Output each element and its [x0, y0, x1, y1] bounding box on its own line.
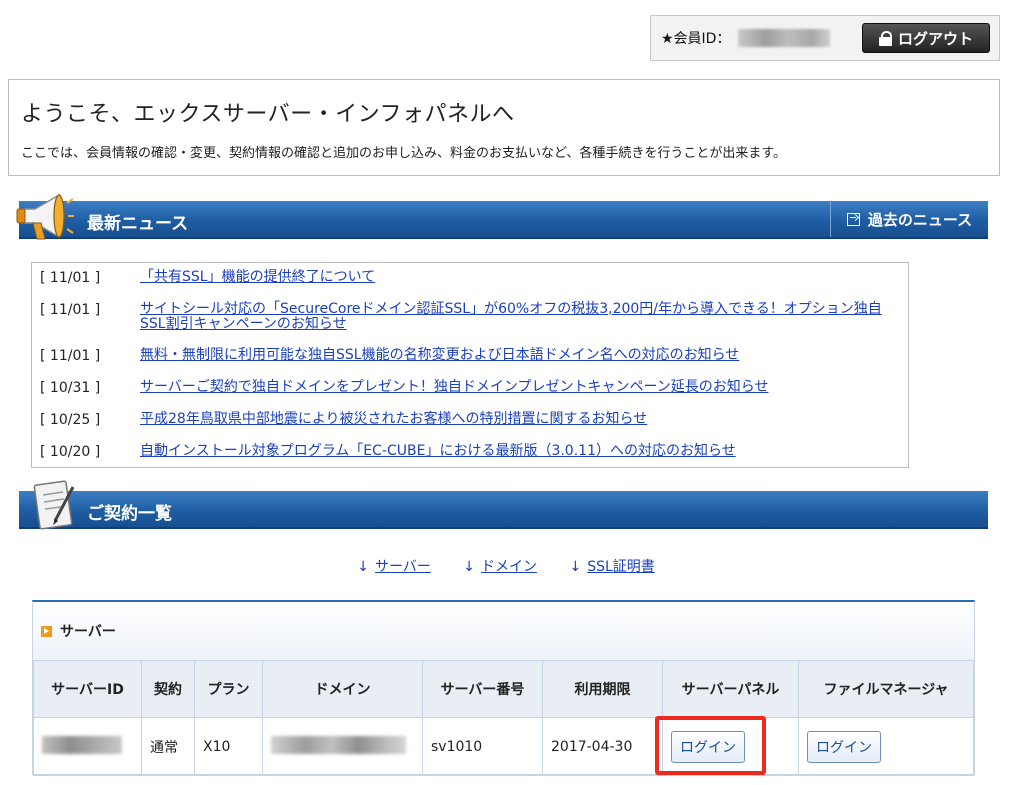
server-table: サーバーID 契約 プラン ドメイン サーバー番号 利用期限 サーバーパネル フ… [33, 660, 974, 776]
down-arrow-icon: ↓ [357, 559, 369, 575]
news-date: [ 10/20 ] [40, 444, 101, 460]
col-header: サーバーID [33, 660, 142, 718]
table-row: 通常 X10 sv1010 2017-04-30 ログイン ログイン [33, 717, 974, 776]
news-date: [ 10/25 ] [40, 412, 101, 428]
col-header: ドメイン [262, 660, 423, 718]
anchor-domain[interactable]: ↓ ドメイン [463, 556, 537, 576]
table-header-row: サーバーID 契約 プラン ドメイン サーバー番号 利用期限 サーバーパネル フ… [33, 660, 974, 718]
news-date: [ 10/31 ] [40, 380, 101, 396]
col-header: 契約 [141, 660, 195, 718]
news-link[interactable]: 自動インストール対象プログラム「EC-CUBE」における最新版（3.0.11）へ… [140, 444, 736, 459]
welcome-panel: ようこそ、エックスサーバー・インフォパネルへ ここでは、会員情報の確認・変更、契… [8, 79, 1000, 176]
logout-button[interactable]: ログアウト [862, 23, 990, 53]
arrow-bullet-icon [41, 625, 52, 637]
expiry-cell: 2017-04-30 [542, 717, 663, 776]
domain-cell [262, 717, 423, 776]
server-caption: サーバー [33, 602, 974, 660]
server-caption-label: サーバー [60, 624, 116, 640]
news-item: [ 11/01 ] 無料・無制限に利用可能な独自SSL機能の名称変更および日本語… [40, 348, 900, 364]
contracts-title: ご契約一覧 [87, 504, 172, 524]
file-manager-login-button[interactable]: ログイン [807, 730, 881, 763]
past-news-button[interactable]: 過去のニュース [830, 201, 988, 237]
server-id-cell [33, 717, 142, 776]
server-panel-login-button[interactable]: ログイン [671, 730, 745, 763]
news-link[interactable]: 無料・無制限に利用可能な独自SSL機能の名称変更および日本語ドメイン名への対応の… [140, 348, 739, 363]
member-id-value-redacted [738, 29, 831, 47]
external-link-icon [846, 212, 860, 226]
news-title: 最新ニュース [87, 214, 189, 234]
welcome-description: ここでは、会員情報の確認・変更、契約情報の確認と追加のお申し込み、料金のお支払い… [21, 146, 787, 161]
anchor-ssl[interactable]: ↓ SSL証明書 [569, 556, 654, 576]
news-item: [ 11/01 ] サイトシール対応の「SecureCoreドメイン認証SSL」… [40, 302, 900, 332]
file-manager-cell: ログイン [798, 717, 974, 776]
logout-label: ログアウト [897, 29, 973, 48]
member-bar: ★会員ID： ログアウト [650, 15, 1000, 61]
contract-anchor-nav: ↓ サーバー ↓ ドメイン ↓ SSL証明書 [0, 556, 1012, 576]
col-header: サーバー番号 [422, 660, 543, 718]
col-header: ファイルマネージャ [798, 660, 974, 718]
server-number-cell: sv1010 [422, 717, 543, 776]
megaphone-icon [16, 193, 74, 240]
domain-redacted [271, 735, 406, 754]
news-link[interactable]: 「共有SSL」機能の提供終了について [140, 270, 375, 285]
col-header: サーバーパネル [662, 660, 799, 718]
col-header: 利用期限 [542, 660, 663, 718]
down-arrow-icon: ↓ [463, 559, 476, 575]
news-date: [ 11/01 ] [40, 302, 101, 318]
anchor-server[interactable]: ↓ サーバー [357, 556, 431, 576]
news-item: [ 11/01 ] 「共有SSL」機能の提供終了について [40, 270, 900, 286]
page-title: ようこそ、エックスサーバー・インフォパネルへ [21, 102, 515, 127]
news-date: [ 11/01 ] [40, 270, 101, 286]
news-date: [ 11/01 ] [40, 348, 101, 364]
server-section: サーバー サーバーID 契約 プラン ドメイン サーバー番号 利用期限 サーバー… [32, 600, 975, 776]
news-item: [ 10/31 ] サーバーご契約で独自ドメインをプレゼント！独自ドメインプレゼ… [40, 380, 900, 396]
col-header: プラン [194, 660, 263, 718]
server-id-redacted [42, 735, 122, 754]
news-header: 最新ニュース 過去のニュース [16, 193, 988, 240]
contract-type-cell: 通常 [141, 717, 195, 776]
news-item: [ 10/20 ] 自動インストール対象プログラム「EC-CUBE」における最新… [40, 444, 900, 460]
plan-cell: X10 [194, 717, 263, 776]
lock-icon [878, 30, 892, 46]
contract-document-icon [33, 480, 75, 530]
news-link[interactable]: サイトシール対応の「SecureCoreドメイン認証SSL」が60%オフの税抜3… [140, 302, 900, 332]
news-link[interactable]: 平成28年鳥取県中部地震により被災されたお客様への特別措置に関するお知らせ [140, 412, 647, 427]
server-panel-cell: ログイン [662, 717, 799, 776]
contracts-header: ご契約一覧 [19, 480, 988, 530]
down-arrow-icon: ↓ [569, 559, 582, 575]
news-link[interactable]: サーバーご契約で独自ドメインをプレゼント！独自ドメインプレゼントキャンペーン延長… [140, 380, 768, 395]
news-list: [ 11/01 ] 「共有SSL」機能の提供終了について [ 11/01 ] サ… [31, 262, 909, 468]
past-news-label: 過去のニュース [867, 210, 973, 229]
member-id-label: ★会員ID： [661, 31, 731, 47]
news-item: [ 10/25 ] 平成28年鳥取県中部地震により被災されたお客様への特別措置に… [40, 412, 900, 428]
